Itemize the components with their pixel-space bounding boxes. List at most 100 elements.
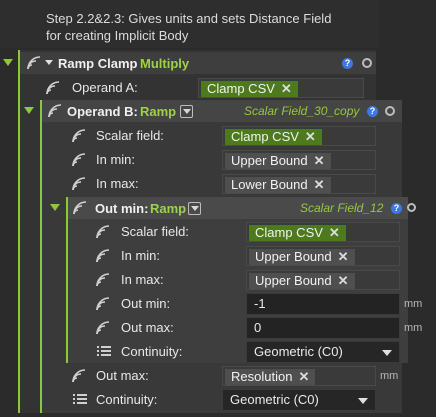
- remove-icon[interactable]: ✕: [338, 273, 349, 288]
- list-icon: [73, 394, 87, 405]
- out-min-out-max-unit: mm: [404, 322, 423, 334]
- remove-icon[interactable]: ✕: [338, 249, 349, 264]
- operand-b-out-max-unit: mm: [380, 370, 399, 382]
- out-min-out-min-unit: mm: [404, 298, 423, 310]
- wave-icon: [27, 56, 41, 70]
- collapse-triangle-operand-b[interactable]: [24, 107, 34, 114]
- operand-b-in-min-label: In min:: [96, 152, 136, 167]
- list-icon: [97, 346, 111, 357]
- operand-b-in-max-tag[interactable]: Lower Bound ✕: [225, 177, 331, 193]
- out-min-continuity-row: Continuity: Geometric (C0): [90, 340, 400, 364]
- collapse-triangle-out-min[interactable]: [50, 204, 60, 211]
- out-min-in-max-input[interactable]: Upper Bound ✕: [246, 270, 400, 290]
- help-icon[interactable]: ?: [367, 106, 378, 117]
- operand-b-out-max-label: Out max:: [96, 368, 149, 383]
- chevron-down-icon: [382, 350, 392, 356]
- out-min-continuity-label: Continuity:: [121, 344, 183, 359]
- step-note-line2: for creating Implicit Body: [46, 28, 189, 43]
- operand-b-in-max-value: Lower Bound: [231, 177, 308, 192]
- out-min-in-min-tag[interactable]: Upper Bound ✕: [249, 249, 355, 265]
- wave-icon: [72, 369, 86, 383]
- operand-a-tag[interactable]: Clamp CSV ✕: [201, 81, 298, 97]
- out-min-scalar-field-input[interactable]: Clamp CSV ✕: [246, 222, 400, 242]
- out-min-out-max-input[interactable]: 0: [246, 317, 400, 339]
- wave-icon: [72, 129, 86, 143]
- status-dot-icon[interactable]: [385, 106, 395, 116]
- chevron-down-icon[interactable]: [188, 202, 201, 215]
- out-min-continuity-value: Geometric (C0): [254, 344, 343, 359]
- out-min-in-min-value: Upper Bound: [255, 249, 332, 264]
- ramp-clamp-mode[interactable]: Multiply: [140, 56, 189, 71]
- operand-b-scalar-field-tag[interactable]: Clamp CSV ✕: [225, 129, 322, 145]
- operand-b-field-name: Scalar Field_30_copy: [244, 104, 360, 118]
- operand-b-in-min-tag[interactable]: Upper Bound ✕: [225, 153, 331, 169]
- operand-b-out-max-row: Out max: Resolution ✕ mm: [66, 364, 406, 388]
- out-min-out-min-label: Out min:: [121, 296, 171, 311]
- chevron-down-icon[interactable]: [45, 60, 53, 65]
- out-min-scalar-field-value: Clamp CSV: [255, 225, 323, 240]
- out-min-scalar-field-row: Scalar field: Clamp CSV ✕: [90, 220, 400, 244]
- operand-a-input[interactable]: Clamp CSV ✕: [198, 78, 364, 98]
- operand-a-row: Operand A: Clamp CSV ✕: [40, 76, 376, 100]
- out-min-in-min-row: In min: Upper Bound ✕: [90, 244, 400, 268]
- help-icon[interactable]: ?: [342, 58, 353, 69]
- wave-icon: [96, 297, 110, 311]
- operand-b-continuity-label: Continuity:: [96, 392, 158, 407]
- wave-icon: [96, 249, 110, 263]
- operand-b-out-max-input[interactable]: Resolution ✕: [222, 366, 376, 386]
- step-note-text: Step 2.2&2.3: Gives units and sets Dista…: [46, 10, 331, 44]
- wave-icon: [48, 104, 62, 118]
- operand-b-in-min-row: In min: Upper Bound ✕: [66, 148, 402, 172]
- chevron-down-icon[interactable]: [180, 105, 193, 118]
- out-min-scalar-field-tag[interactable]: Clamp CSV ✕: [249, 225, 346, 241]
- help-icon[interactable]: ?: [391, 203, 402, 214]
- operand-b-continuity-select[interactable]: Geometric (C0): [222, 389, 376, 411]
- out-min-in-max-tag[interactable]: Upper Bound ✕: [249, 273, 355, 289]
- wave-icon: [96, 273, 110, 287]
- remove-icon[interactable]: ✕: [314, 177, 325, 192]
- remove-icon[interactable]: ✕: [281, 81, 292, 96]
- operand-b-in-min-value: Upper Bound: [231, 153, 308, 168]
- out-min-continuity-select[interactable]: Geometric (C0): [246, 341, 400, 363]
- ramp-clamp-header: Ramp Clamp Multiply ?: [20, 52, 376, 74]
- wave-icon: [46, 81, 60, 95]
- out-min-in-max-value: Upper Bound: [255, 273, 332, 288]
- operand-b-title: Operand B:: [67, 104, 138, 119]
- out-min-in-min-label: In min:: [121, 248, 161, 263]
- operand-b-in-max-row: In max: Lower Bound ✕: [66, 172, 402, 196]
- remove-icon[interactable]: ✕: [298, 369, 309, 384]
- status-dot-icon[interactable]: [362, 58, 372, 68]
- wave-icon: [96, 225, 110, 239]
- out-min-out-max-label: Out max:: [121, 320, 174, 335]
- remove-icon[interactable]: ✕: [314, 153, 325, 168]
- remove-icon[interactable]: ✕: [329, 225, 340, 240]
- status-dot-icon[interactable]: [407, 203, 416, 212]
- out-min-out-min-input[interactable]: -1: [246, 293, 400, 315]
- out-min-out-min-row: Out min: -1 mm: [90, 292, 436, 316]
- out-min-in-min-input[interactable]: Upper Bound ✕: [246, 246, 400, 266]
- operand-b-header: Operand B: Ramp Scalar Field_30_copy ?: [42, 100, 402, 122]
- operand-b-in-min-input[interactable]: Upper Bound ✕: [222, 150, 376, 170]
- operand-b-in-max-input[interactable]: Lower Bound ✕: [222, 174, 376, 194]
- out-min-field-name: Scalar Field_12: [300, 201, 384, 215]
- operand-b-continuity-value: Geometric (C0): [230, 392, 319, 407]
- operand-a-value: Clamp CSV: [207, 81, 275, 96]
- step-note-line1: Step 2.2&2.3: Gives units and sets Dista…: [46, 11, 332, 26]
- operand-b-scalar-field-input[interactable]: Clamp CSV ✕: [222, 126, 376, 146]
- operand-b-in-max-label: In max:: [96, 176, 139, 191]
- out-min-header: Out min: Ramp Scalar Field_12 ?: [68, 197, 416, 219]
- operand-b-scalar-field-label: Scalar field:: [96, 128, 164, 143]
- operand-b-out-max-tag[interactable]: Resolution ✕: [225, 369, 316, 385]
- operand-b-mode[interactable]: Ramp: [140, 104, 176, 119]
- operand-b-continuity-row: Continuity: Geometric (C0): [66, 388, 378, 412]
- out-min-title: Out min:: [95, 201, 149, 216]
- operand-a-label: Operand A:: [72, 80, 138, 95]
- wave-icon: [96, 321, 110, 335]
- step-note: Step 2.2&2.3: Gives units and sets Dista…: [0, 0, 378, 48]
- remove-icon[interactable]: ✕: [305, 129, 316, 144]
- operand-b-scalar-field-value: Clamp CSV: [231, 129, 299, 144]
- out-min-scalar-field-label: Scalar field:: [121, 224, 189, 239]
- wave-icon: [72, 177, 86, 191]
- out-min-mode[interactable]: Ramp: [150, 201, 186, 216]
- collapse-triangle-ramp-clamp[interactable]: [3, 59, 13, 66]
